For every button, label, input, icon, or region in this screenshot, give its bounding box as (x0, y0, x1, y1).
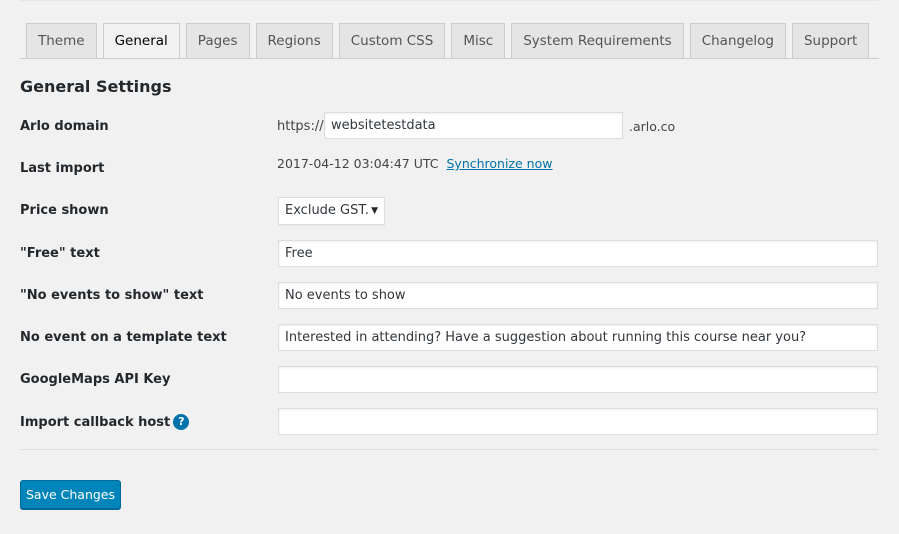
settings-tab-bar: Theme General Pages Regions Custom CSS M… (26, 23, 870, 59)
googlemaps-api-key-label: GoogleMaps API Key (20, 372, 171, 387)
arlo-domain-label: Arlo domain (20, 119, 109, 134)
form-divider (20, 449, 878, 450)
last-import-value: 2017-04-12 03:04:47 UTC Synchronize now (277, 156, 552, 171)
tab-regions[interactable]: Regions (255, 23, 333, 58)
no-events-text-input[interactable]: No events to show (278, 282, 878, 309)
tabs-divider (20, 58, 879, 59)
tab-theme[interactable]: Theme (26, 23, 97, 58)
arlo-domain-input[interactable]: websitetestdata (324, 112, 623, 139)
arlo-domain-prefix: https:// (277, 119, 324, 134)
dropdown-arrow-icon: ▼ (371, 206, 378, 216)
no-events-text-label: "No events to show" text (20, 288, 204, 303)
page-title: General Settings (20, 77, 172, 96)
save-changes-button[interactable]: Save Changes (20, 480, 121, 509)
import-callback-host-label-text: Import callback host (20, 415, 171, 430)
free-text-label: "Free" text (20, 246, 100, 261)
last-import-label: Last import (20, 161, 105, 176)
googlemaps-api-key-input[interactable] (278, 366, 878, 393)
synchronize-now-link[interactable]: Synchronize now (447, 156, 553, 171)
price-shown-select[interactable]: Exclude GST. ▼ (278, 197, 385, 225)
price-shown-selected-value: Exclude GST. (285, 203, 369, 218)
no-event-template-text-input[interactable]: Interested in attending? Have a suggesti… (278, 324, 878, 351)
import-callback-host-label: Import callback host? (20, 414, 190, 430)
free-text-input[interactable]: Free (278, 240, 878, 267)
top-divider (20, 0, 879, 1)
last-import-timestamp: 2017-04-12 03:04:47 UTC (277, 156, 439, 171)
no-event-template-text-label: No event on a template text (20, 330, 227, 345)
tab-custom-css[interactable]: Custom CSS (338, 23, 446, 58)
price-shown-label: Price shown (20, 203, 109, 218)
arlo-domain-suffix: .arlo.co (629, 119, 676, 134)
tab-support[interactable]: Support (791, 23, 870, 58)
tab-general[interactable]: General (102, 23, 180, 59)
tab-system-requirements[interactable]: System Requirements (511, 23, 684, 58)
tab-pages[interactable]: Pages (185, 23, 250, 58)
import-callback-host-input[interactable] (278, 408, 878, 435)
tab-changelog[interactable]: Changelog (689, 23, 786, 58)
help-icon[interactable]: ? (173, 414, 190, 430)
tab-misc[interactable]: Misc (451, 23, 506, 58)
